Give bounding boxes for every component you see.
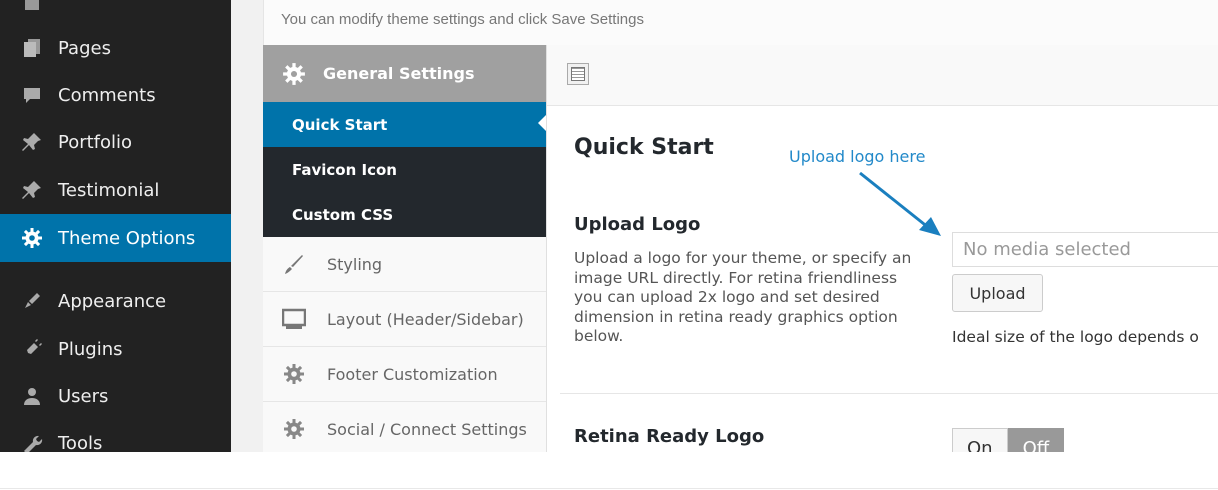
retina-logo-label: Retina Ready Logo <box>574 426 765 447</box>
upload-button[interactable]: Upload <box>952 274 1043 312</box>
sidebar-item-testimonial[interactable]: Testimonial <box>0 166 231 214</box>
sidebar-item-theme-options[interactable]: Theme Options <box>0 214 231 262</box>
nav-styling[interactable]: Styling <box>263 237 546 292</box>
nav-item-label: Styling <box>327 254 383 274</box>
upload-logo-label: Upload Logo <box>574 214 701 235</box>
retina-off-option[interactable]: Off <box>1007 428 1065 452</box>
sidebar-item-tools[interactable]: Tools <box>0 419 231 452</box>
expand-toggle-button[interactable] <box>567 63 589 85</box>
wrench-icon <box>20 431 44 452</box>
nav-social-connect[interactable]: Social / Connect Settings <box>263 402 546 452</box>
upload-logo-help: Upload a logo for your theme, or specify… <box>574 249 912 345</box>
theme-options-header: You can modify theme settings and click … <box>263 0 1218 45</box>
section-title: Quick Start <box>574 135 714 160</box>
subnav-label: Favicon Icon <box>292 160 397 179</box>
nav-item-label: Layout (Header/Sidebar) <box>327 309 524 329</box>
divider <box>560 393 1218 394</box>
options-nav: General Settings Quick Start Favicon Ico… <box>263 45 546 452</box>
sidebar-item-label: Users <box>58 385 109 407</box>
sidebar-item-partial[interactable] <box>0 0 231 26</box>
logo-url-input[interactable] <box>952 232 1218 267</box>
sidebar-item-label: Appearance <box>58 290 167 312</box>
pin-icon <box>20 178 44 202</box>
screenshot: Pages Comments Portfolio Testimonial The… <box>0 0 1218 452</box>
gear-icon <box>281 416 307 442</box>
sidebar-item-label: Pages <box>58 37 111 59</box>
retina-on-option[interactable]: On <box>952 428 1008 452</box>
bottom-divider <box>0 488 1218 489</box>
sidebar-item-portfolio[interactable]: Portfolio <box>0 118 231 166</box>
gear-icon <box>281 361 307 387</box>
description-text: You can modify theme settings and click … <box>281 11 644 28</box>
sidebar-item-pages[interactable]: Pages <box>0 24 231 72</box>
subnav-favicon-icon[interactable]: Favicon Icon <box>263 147 546 192</box>
expand-icon <box>571 67 585 81</box>
pages-icon <box>20 36 44 60</box>
brush-icon <box>281 251 307 277</box>
subnav-quick-start[interactable]: Quick Start <box>263 102 546 147</box>
media-icon <box>20 0 44 14</box>
plug-icon <box>20 337 44 361</box>
brush-icon <box>20 289 44 313</box>
annotation-text: Upload logo here <box>789 147 926 166</box>
comments-icon <box>20 83 44 107</box>
monitor-icon <box>281 306 307 332</box>
logo-size-note: Ideal size of the logo depends o <box>952 328 1199 346</box>
sidebar-item-label: Portfolio <box>58 131 133 153</box>
nav-footer-customization[interactable]: Footer Customization <box>263 347 546 402</box>
gear-icon <box>20 226 44 250</box>
sidebar-item-appearance[interactable]: Appearance <box>0 277 231 325</box>
subnav-label: Custom CSS <box>292 205 394 224</box>
sidebar-item-label: Testimonial <box>58 179 160 201</box>
sidebar-item-label: Tools <box>58 432 103 453</box>
pin-icon <box>20 130 44 154</box>
subnav-label: Quick Start <box>292 115 388 134</box>
nav-item-label: Footer Customization <box>327 364 498 384</box>
admin-sidebar: Pages Comments Portfolio Testimonial The… <box>0 0 231 452</box>
annotation-arrow-icon <box>859 171 941 236</box>
sidebar-item-label: Theme Options <box>58 227 196 249</box>
nav-general-settings[interactable]: General Settings <box>263 45 546 102</box>
user-icon <box>20 384 44 408</box>
sidebar-item-label: Comments <box>58 84 156 106</box>
nav-layout[interactable]: Layout (Header/Sidebar) <box>263 292 546 347</box>
sidebar-item-users[interactable]: Users <box>0 372 231 420</box>
nav-item-label: Social / Connect Settings <box>327 419 527 439</box>
nav-head-label: General Settings <box>323 64 475 83</box>
sidebar-item-plugins[interactable]: Plugins <box>0 325 231 373</box>
subnav-custom-css[interactable]: Custom CSS <box>263 192 546 237</box>
retina-toggle[interactable]: On Off <box>952 428 1065 452</box>
gear-icon <box>281 61 307 87</box>
sidebar-item-label: Plugins <box>58 338 123 360</box>
sidebar-item-comments[interactable]: Comments <box>0 71 231 119</box>
general-submenu: Quick Start Favicon Icon Custom CSS <box>263 102 546 237</box>
panel-toolbar <box>547 45 1218 106</box>
